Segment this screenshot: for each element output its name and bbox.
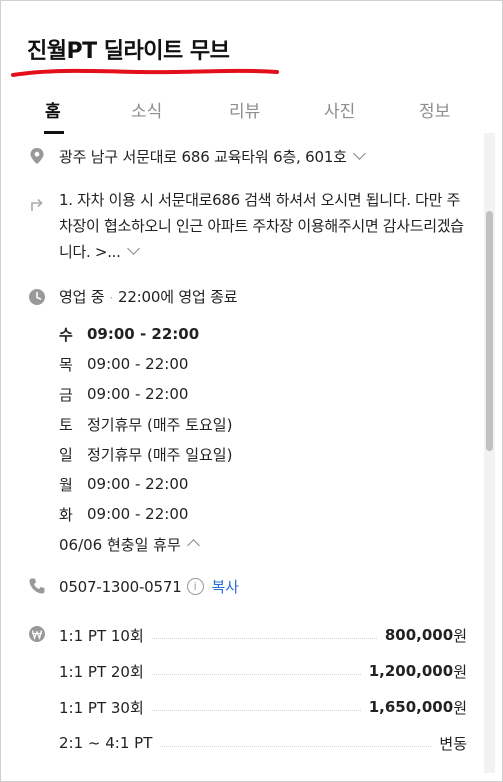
turn-arrow-icon bbox=[31, 198, 43, 211]
price-name: 1:1 PT 10회 bbox=[59, 626, 144, 645]
price-unit: 원 bbox=[453, 662, 467, 681]
clock-icon bbox=[29, 289, 45, 305]
copy-button[interactable]: 복사 bbox=[212, 578, 239, 596]
tab-news[interactable]: 소식 bbox=[131, 97, 162, 122]
phone-row: 0507-1300-0571 i 복사 bbox=[59, 576, 239, 597]
hours-list: 수 09:00 - 22:00 목 09:00 - 22:00 금 09:00 - 2… bbox=[59, 319, 232, 559]
hour-day: 목 bbox=[59, 355, 73, 374]
hour-day: 일 bbox=[59, 445, 73, 464]
holiday-note-row[interactable]: 06/06 현충일 휴무 bbox=[59, 529, 232, 559]
hour-row: 일 정기휴무 (매주 일요일) bbox=[59, 439, 232, 469]
scrollbar-thumb[interactable] bbox=[486, 211, 493, 451]
hour-time: 정기휴무 (매주 일요일) bbox=[87, 445, 233, 464]
place-title: 진월PT 딜라이트 무브 bbox=[27, 39, 230, 64]
price-unit: 원 bbox=[453, 626, 467, 645]
status-separator: · bbox=[109, 291, 113, 305]
closing-time: 22:00에 영업 종료 bbox=[118, 288, 238, 306]
phone-icon bbox=[29, 578, 45, 594]
hour-time: 09:00 - 22:00 bbox=[87, 385, 189, 403]
title-area: 진월PT 딜라이트 무브 bbox=[27, 33, 230, 65]
hour-row: 금 09:00 - 22:00 bbox=[59, 379, 232, 409]
tab-photos[interactable]: 사진 bbox=[324, 97, 355, 122]
price-unit: 변동 bbox=[439, 734, 467, 753]
price-value: 1,650,000 bbox=[368, 698, 454, 716]
hour-time: 정기휴무 (매주 토요일) bbox=[87, 415, 233, 434]
business-status: 영업 중 bbox=[59, 288, 105, 306]
price-leader bbox=[160, 745, 432, 747]
tab-bar: 홈 소식 리뷰 사진 정보 bbox=[1, 93, 487, 134]
hour-row: 토 정기휴무 (매주 토요일) bbox=[59, 409, 232, 439]
hour-row: 목 09:00 - 22:00 bbox=[59, 349, 232, 379]
price-row: 1:1 PT 20회 1,200,000 원 bbox=[59, 653, 467, 689]
chevron-down-icon[interactable] bbox=[352, 147, 366, 160]
tab-home[interactable]: 홈 bbox=[45, 97, 61, 122]
business-status-row: 영업 중 · 22:00에 영업 종료 bbox=[59, 286, 238, 307]
hour-day: 토 bbox=[59, 415, 73, 434]
hour-row: 수 09:00 - 22:00 bbox=[59, 319, 232, 349]
price-row: 1:1 PT 10회 800,000 원 bbox=[59, 617, 467, 653]
phone-number[interactable]: 0507-1300-0571 bbox=[59, 578, 182, 596]
info-icon[interactable]: i bbox=[186, 578, 204, 595]
active-tab-indicator bbox=[44, 131, 64, 134]
price-leader bbox=[151, 709, 361, 711]
hour-row: 월 09:00 - 22:00 bbox=[59, 469, 232, 499]
price-leader bbox=[151, 637, 377, 639]
price-name: 1:1 PT 30회 bbox=[59, 698, 144, 717]
directions-text[interactable]: 1. 자차 이용 시 서문대로686 검색 하셔서 오시면 됩니다. 다만 주차… bbox=[59, 187, 469, 265]
chevron-down-icon[interactable] bbox=[126, 242, 140, 255]
hour-row: 화 09:00 - 22:00 bbox=[59, 499, 232, 529]
hour-day: 금 bbox=[59, 385, 73, 404]
price-name: 1:1 PT 20회 bbox=[59, 662, 144, 681]
price-row: 2:1 ~ 4:1 PT 변동 bbox=[59, 725, 467, 761]
price-leader bbox=[151, 673, 361, 675]
holiday-note: 06/06 현충일 휴무 bbox=[59, 535, 181, 554]
price-list: 1:1 PT 10회 800,000 원 1:1 PT 20회 1,200,000… bbox=[59, 617, 467, 761]
hour-day: 월 bbox=[59, 475, 73, 494]
won-coin-icon bbox=[29, 626, 45, 642]
map-pin-icon bbox=[30, 148, 44, 164]
tab-info[interactable]: 정보 bbox=[419, 97, 450, 122]
chevron-up-icon[interactable] bbox=[186, 538, 200, 552]
tab-reviews[interactable]: 리뷰 bbox=[229, 97, 260, 122]
price-value: 800,000 bbox=[384, 626, 454, 644]
hour-day: 화 bbox=[59, 505, 73, 524]
hour-time: 09:00 - 22:00 bbox=[87, 325, 200, 343]
hour-time: 09:00 - 22:00 bbox=[87, 355, 189, 373]
hour-day: 수 bbox=[59, 325, 73, 344]
address-row[interactable]: 광주 남구 서문대로 686 교육타워 6층, 601호 bbox=[59, 146, 366, 167]
red-annotation-underline bbox=[11, 68, 279, 77]
price-row: 1:1 PT 30회 1,650,000 원 bbox=[59, 689, 467, 725]
price-value: 1,200,000 bbox=[368, 662, 454, 680]
hour-time: 09:00 - 22:00 bbox=[87, 475, 189, 493]
hour-time: 09:00 - 22:00 bbox=[87, 505, 189, 523]
price-name: 2:1 ~ 4:1 PT bbox=[59, 734, 153, 752]
address-text: 광주 남구 서문대로 686 교육타워 6층, 601호 bbox=[59, 148, 347, 166]
price-unit: 원 bbox=[453, 698, 467, 717]
place-detail-panel: 진월PT 딜라이트 무브 홈 소식 리뷰 사진 정보 광주 남구 서문대로 68… bbox=[0, 0, 503, 782]
